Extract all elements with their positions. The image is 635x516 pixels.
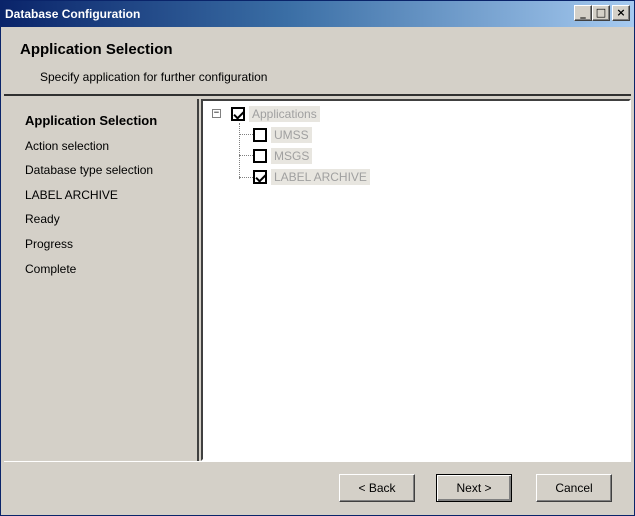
tree-connector-horizontal: [239, 177, 253, 178]
step-database-type-selection: Database type selection: [25, 163, 154, 177]
next-button[interactable]: Next >: [436, 474, 512, 502]
title-bar[interactable]: Database Configuration _ □ ×: [1, 1, 634, 27]
cancel-button[interactable]: Cancel: [536, 474, 612, 502]
close-button[interactable]: ×: [612, 5, 630, 21]
msgs-checkbox[interactable]: [253, 148, 267, 163]
tree-connector-horizontal: [239, 155, 253, 156]
tree-node-label: MSGS: [271, 147, 313, 164]
tree-connector-horizontal: [239, 134, 253, 135]
tree-node-applications[interactable]: Applications: [231, 105, 320, 122]
step-progress: Progress: [25, 237, 74, 251]
label-archive-checkbox[interactable]: [253, 169, 267, 184]
step-complete: Complete: [25, 262, 77, 276]
tree-node-label: LABEL ARCHIVE: [271, 168, 370, 185]
tree-node-umss[interactable]: UMSS: [253, 126, 312, 143]
wizard-steps-sidebar: Application Selection Action selection D…: [4, 99, 199, 461]
minimize-button[interactable]: _: [574, 5, 592, 21]
tree-node-label-archive[interactable]: LABEL ARCHIVE: [253, 168, 370, 185]
step-application-selection: Application Selection: [25, 113, 158, 128]
tree-connector-vertical: [239, 123, 240, 179]
step-ready: Ready: [25, 212, 60, 226]
database-configuration-window: Database Configuration _ □ × Application…: [0, 0, 635, 516]
window-title: Database Configuration: [5, 7, 141, 21]
maximize-button[interactable]: □: [592, 5, 610, 21]
wizard-header: Application Selection Specify applicatio…: [4, 29, 631, 96]
umss-checkbox[interactable]: [253, 127, 267, 142]
tree-node-label: Applications: [249, 105, 320, 122]
collapse-toggle-icon[interactable]: −: [212, 109, 221, 118]
step-label-archive: LABEL ARCHIVE: [25, 188, 118, 202]
applications-checkbox[interactable]: [231, 106, 245, 121]
application-tree-view[interactable]: − Applications UMSS MSGS LABEL ARCHIVE: [201, 99, 631, 461]
back-button[interactable]: < Back: [339, 474, 415, 502]
tree-node-label: UMSS: [271, 126, 312, 143]
title-bar-buttons: _ □ ×: [574, 5, 630, 21]
step-action-selection: Action selection: [25, 139, 110, 153]
page-title: Application Selection: [20, 41, 173, 58]
tree-node-msgs[interactable]: MSGS: [253, 147, 313, 164]
wizard-footer: < Back Next > Cancel: [4, 461, 631, 514]
page-subtitle: Specify application for further configur…: [40, 70, 268, 84]
